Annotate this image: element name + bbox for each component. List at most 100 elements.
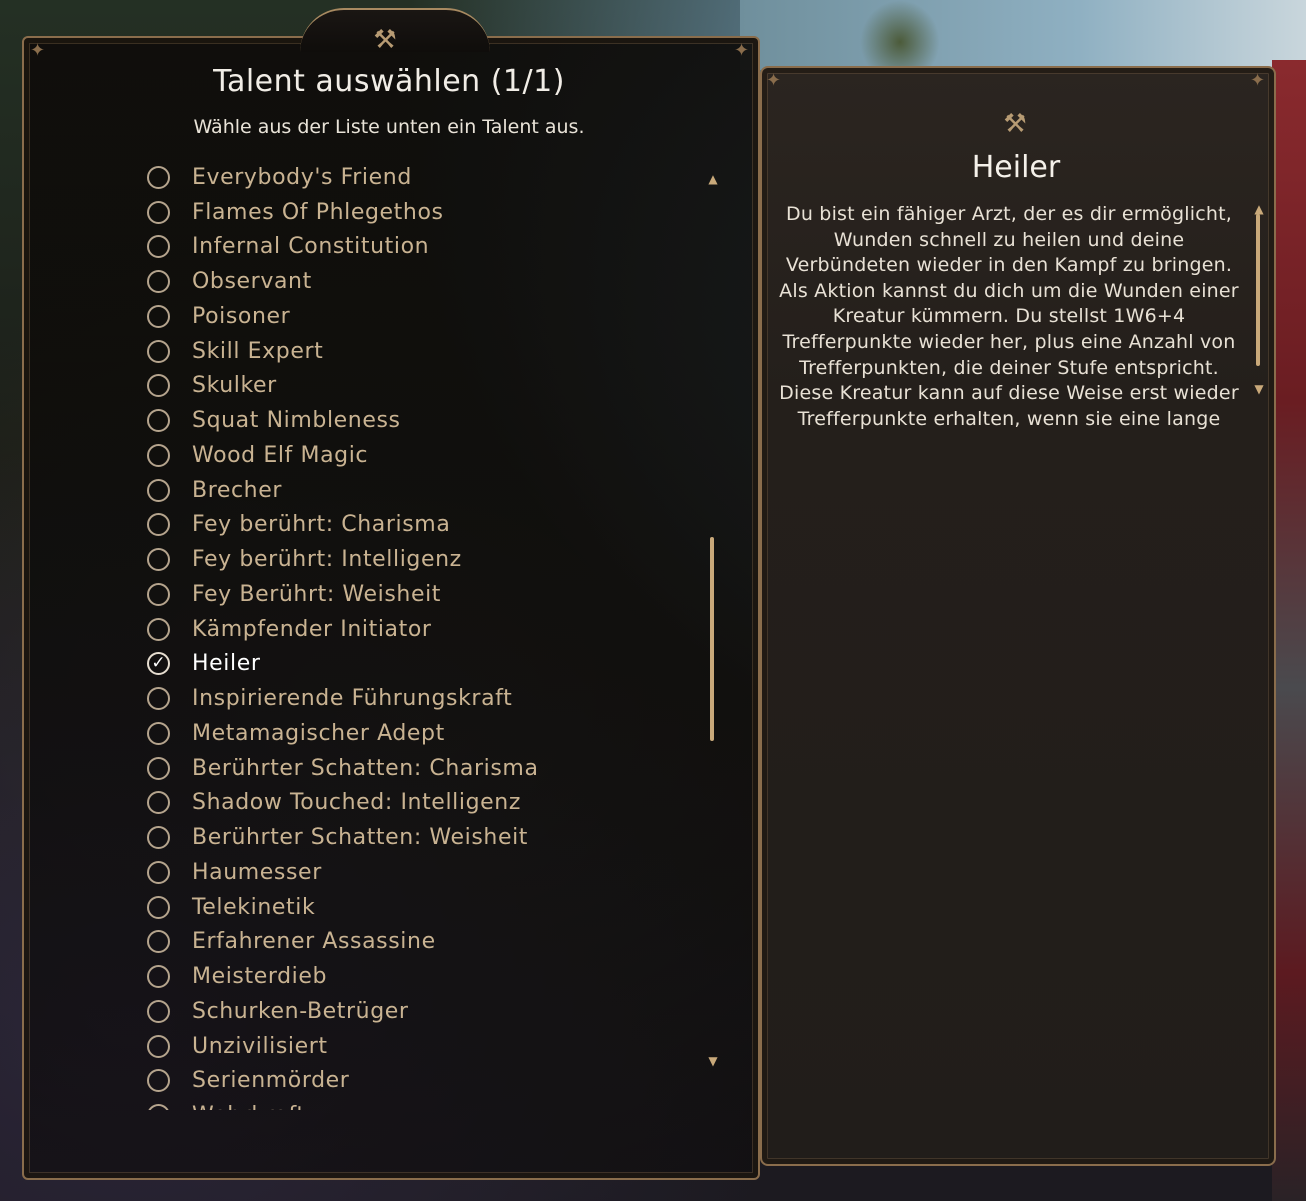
feat-option[interactable]: Fey Berührt: Weisheit bbox=[140, 577, 700, 612]
radio-circle-icon[interactable] bbox=[147, 443, 170, 467]
feat-option-label: Flames Of Phlegethos bbox=[192, 199, 444, 225]
description-scrollbar[interactable] bbox=[1256, 214, 1260, 366]
radio-circle-icon[interactable] bbox=[147, 548, 170, 572]
radio-circle-icon[interactable] bbox=[147, 235, 170, 259]
scroll-up-arrow-icon[interactable]: ▲ bbox=[706, 172, 720, 186]
radio-circle-icon[interactable] bbox=[147, 617, 170, 641]
corner-ornament: ✦ bbox=[1250, 70, 1266, 91]
radio-circle-icon[interactable] bbox=[147, 270, 170, 294]
feat-option-label: Fey berührt: Intelligenz bbox=[192, 547, 462, 573]
radio-circle-icon[interactable] bbox=[147, 791, 170, 815]
feat-option-label: Everybody's Friend bbox=[192, 166, 412, 190]
feat-option[interactable]: Fey berührt: Intelligenz bbox=[140, 542, 700, 577]
feat-option[interactable]: Erfahrener Assassine bbox=[140, 925, 700, 960]
feat-option-label: Meisterdieb bbox=[192, 964, 328, 990]
corner-ornament: ✦ bbox=[30, 40, 46, 61]
radio-circle-icon[interactable] bbox=[147, 304, 170, 328]
feat-option-label: Kämpfender Initiator bbox=[192, 616, 432, 642]
feat-option-label: Poisoner bbox=[192, 303, 291, 329]
radio-circle-icon[interactable] bbox=[147, 200, 170, 224]
feat-option-label: Serienmörder bbox=[192, 1068, 350, 1094]
radio-circle-icon[interactable] bbox=[147, 478, 170, 502]
feat-option[interactable]: Telekinetik bbox=[140, 890, 700, 925]
feat-option[interactable]: Schurken-Betrüger bbox=[140, 994, 700, 1029]
feat-option-label: Shadow Touched: Intelligenz bbox=[192, 790, 521, 816]
background-character bbox=[1272, 60, 1306, 1201]
feat-option-label: Squat Nimbleness bbox=[192, 408, 401, 434]
background-sky bbox=[740, 0, 1306, 70]
feat-option[interactable]: Poisoner bbox=[140, 299, 700, 334]
feat-option-label: Berührter Schatten: Charisma bbox=[192, 755, 539, 781]
feat-option-label: Infernal Constitution bbox=[192, 234, 430, 260]
feat-option[interactable]: Serienmörder bbox=[140, 1064, 700, 1099]
radio-circle-icon[interactable] bbox=[147, 687, 170, 711]
radio-circle-icon[interactable] bbox=[147, 756, 170, 780]
feat-option[interactable]: Squat Nimbleness bbox=[140, 403, 700, 438]
feat-option[interactable]: Wehrkraft bbox=[140, 1098, 700, 1110]
radio-circle-icon[interactable] bbox=[147, 826, 170, 850]
feat-option-label: Telekinetik bbox=[192, 894, 316, 920]
radio-circle-icon[interactable] bbox=[147, 999, 170, 1023]
feat-option[interactable]: Skill Expert bbox=[140, 334, 700, 369]
radio-circle-icon[interactable] bbox=[147, 166, 170, 189]
feat-option[interactable]: ✓ Heiler bbox=[140, 647, 700, 682]
feat-option[interactable]: Wood Elf Magic bbox=[140, 438, 700, 473]
radio-circle-icon[interactable] bbox=[147, 860, 170, 884]
feat-option-label: Fey berührt: Charisma bbox=[192, 512, 451, 538]
feat-list[interactable]: Everybody's Friend Flames Of Phlegethos In… bbox=[140, 166, 700, 1110]
radio-circle-icon[interactable] bbox=[147, 339, 170, 363]
feat-option-label: Berührter Schatten: Weisheit bbox=[192, 825, 529, 851]
corner-ornament: ✦ bbox=[766, 70, 782, 91]
feat-option-label: Unzivilisiert bbox=[192, 1033, 328, 1059]
radio-circle-icon[interactable] bbox=[147, 895, 170, 919]
detail-title: Heiler bbox=[971, 150, 1061, 185]
radio-circle-icon[interactable] bbox=[147, 721, 170, 745]
feat-option[interactable]: Meisterdieb bbox=[140, 959, 700, 994]
feat-option[interactable]: Haumesser bbox=[140, 855, 700, 890]
feat-option-label: Observant bbox=[192, 269, 312, 295]
radio-circle-icon[interactable] bbox=[147, 409, 170, 433]
radio-circle-icon[interactable] bbox=[147, 513, 170, 537]
feat-option[interactable]: Fey berührt: Charisma bbox=[140, 508, 700, 543]
feat-option-label: Schurken-Betrüger bbox=[192, 998, 409, 1024]
dialog-title: Talent auswählen (1/1) bbox=[213, 64, 565, 99]
feat-option-label: Haumesser bbox=[192, 859, 322, 885]
radio-checked-icon[interactable]: ✓ bbox=[147, 652, 170, 676]
radio-circle-icon[interactable] bbox=[147, 1034, 170, 1058]
feat-option[interactable]: Inspirierende Führungskraft bbox=[140, 681, 700, 716]
feat-option-label: Heiler bbox=[192, 651, 261, 677]
crossed-hammers-icon: ⚒ bbox=[1003, 109, 1027, 139]
feat-option[interactable]: Kämpfender Initiator bbox=[140, 612, 700, 647]
feat-option[interactable]: Everybody's Friend bbox=[140, 166, 700, 195]
radio-circle-icon[interactable] bbox=[147, 930, 170, 954]
scroll-down-arrow-icon[interactable]: ▼ bbox=[706, 1054, 720, 1068]
radio-circle-icon[interactable] bbox=[147, 374, 170, 398]
feat-option[interactable]: Unzivilisiert bbox=[140, 1029, 700, 1064]
background-tree bbox=[860, 0, 940, 70]
feat-option-label: Skill Expert bbox=[192, 338, 324, 364]
feat-option[interactable]: Metamagischer Adept bbox=[140, 716, 700, 751]
feat-option-label: Inspirierende Führungskraft bbox=[192, 686, 513, 712]
feat-option[interactable]: Infernal Constitution bbox=[140, 230, 700, 265]
feat-option-label: Wehrkraft bbox=[192, 1103, 306, 1110]
radio-circle-icon[interactable] bbox=[147, 1104, 170, 1110]
feat-option-label: Brecher bbox=[192, 477, 283, 503]
feat-option[interactable]: Skulker bbox=[140, 369, 700, 404]
desc-scroll-down-arrow-icon[interactable]: ▼ bbox=[1252, 382, 1266, 396]
radio-circle-icon[interactable] bbox=[147, 582, 170, 606]
feat-option-label: Erfahrener Assassine bbox=[192, 929, 436, 955]
radio-circle-icon[interactable] bbox=[147, 965, 170, 989]
radio-circle-icon[interactable] bbox=[147, 1069, 170, 1093]
feat-option[interactable]: Brecher bbox=[140, 473, 700, 508]
feat-option[interactable]: Flames Of Phlegethos bbox=[140, 195, 700, 230]
feat-option[interactable]: Observant bbox=[140, 264, 700, 299]
feat-list-scrollbar[interactable] bbox=[710, 537, 714, 741]
crossed-hammers-icon: ⚒ bbox=[373, 25, 397, 55]
feat-option-label: Wood Elf Magic bbox=[192, 442, 369, 468]
detail-description: Du bist ein fähiger Arzt, der es dir erm… bbox=[779, 203, 1239, 430]
feat-option[interactable]: Berührter Schatten: Weisheit bbox=[140, 820, 700, 855]
feat-option[interactable]: Shadow Touched: Intelligenz bbox=[140, 786, 700, 821]
feat-option-label: Fey Berührt: Weisheit bbox=[192, 581, 442, 607]
feat-option-label: Metamagischer Adept bbox=[192, 720, 445, 746]
feat-option[interactable]: Berührter Schatten: Charisma bbox=[140, 751, 700, 786]
